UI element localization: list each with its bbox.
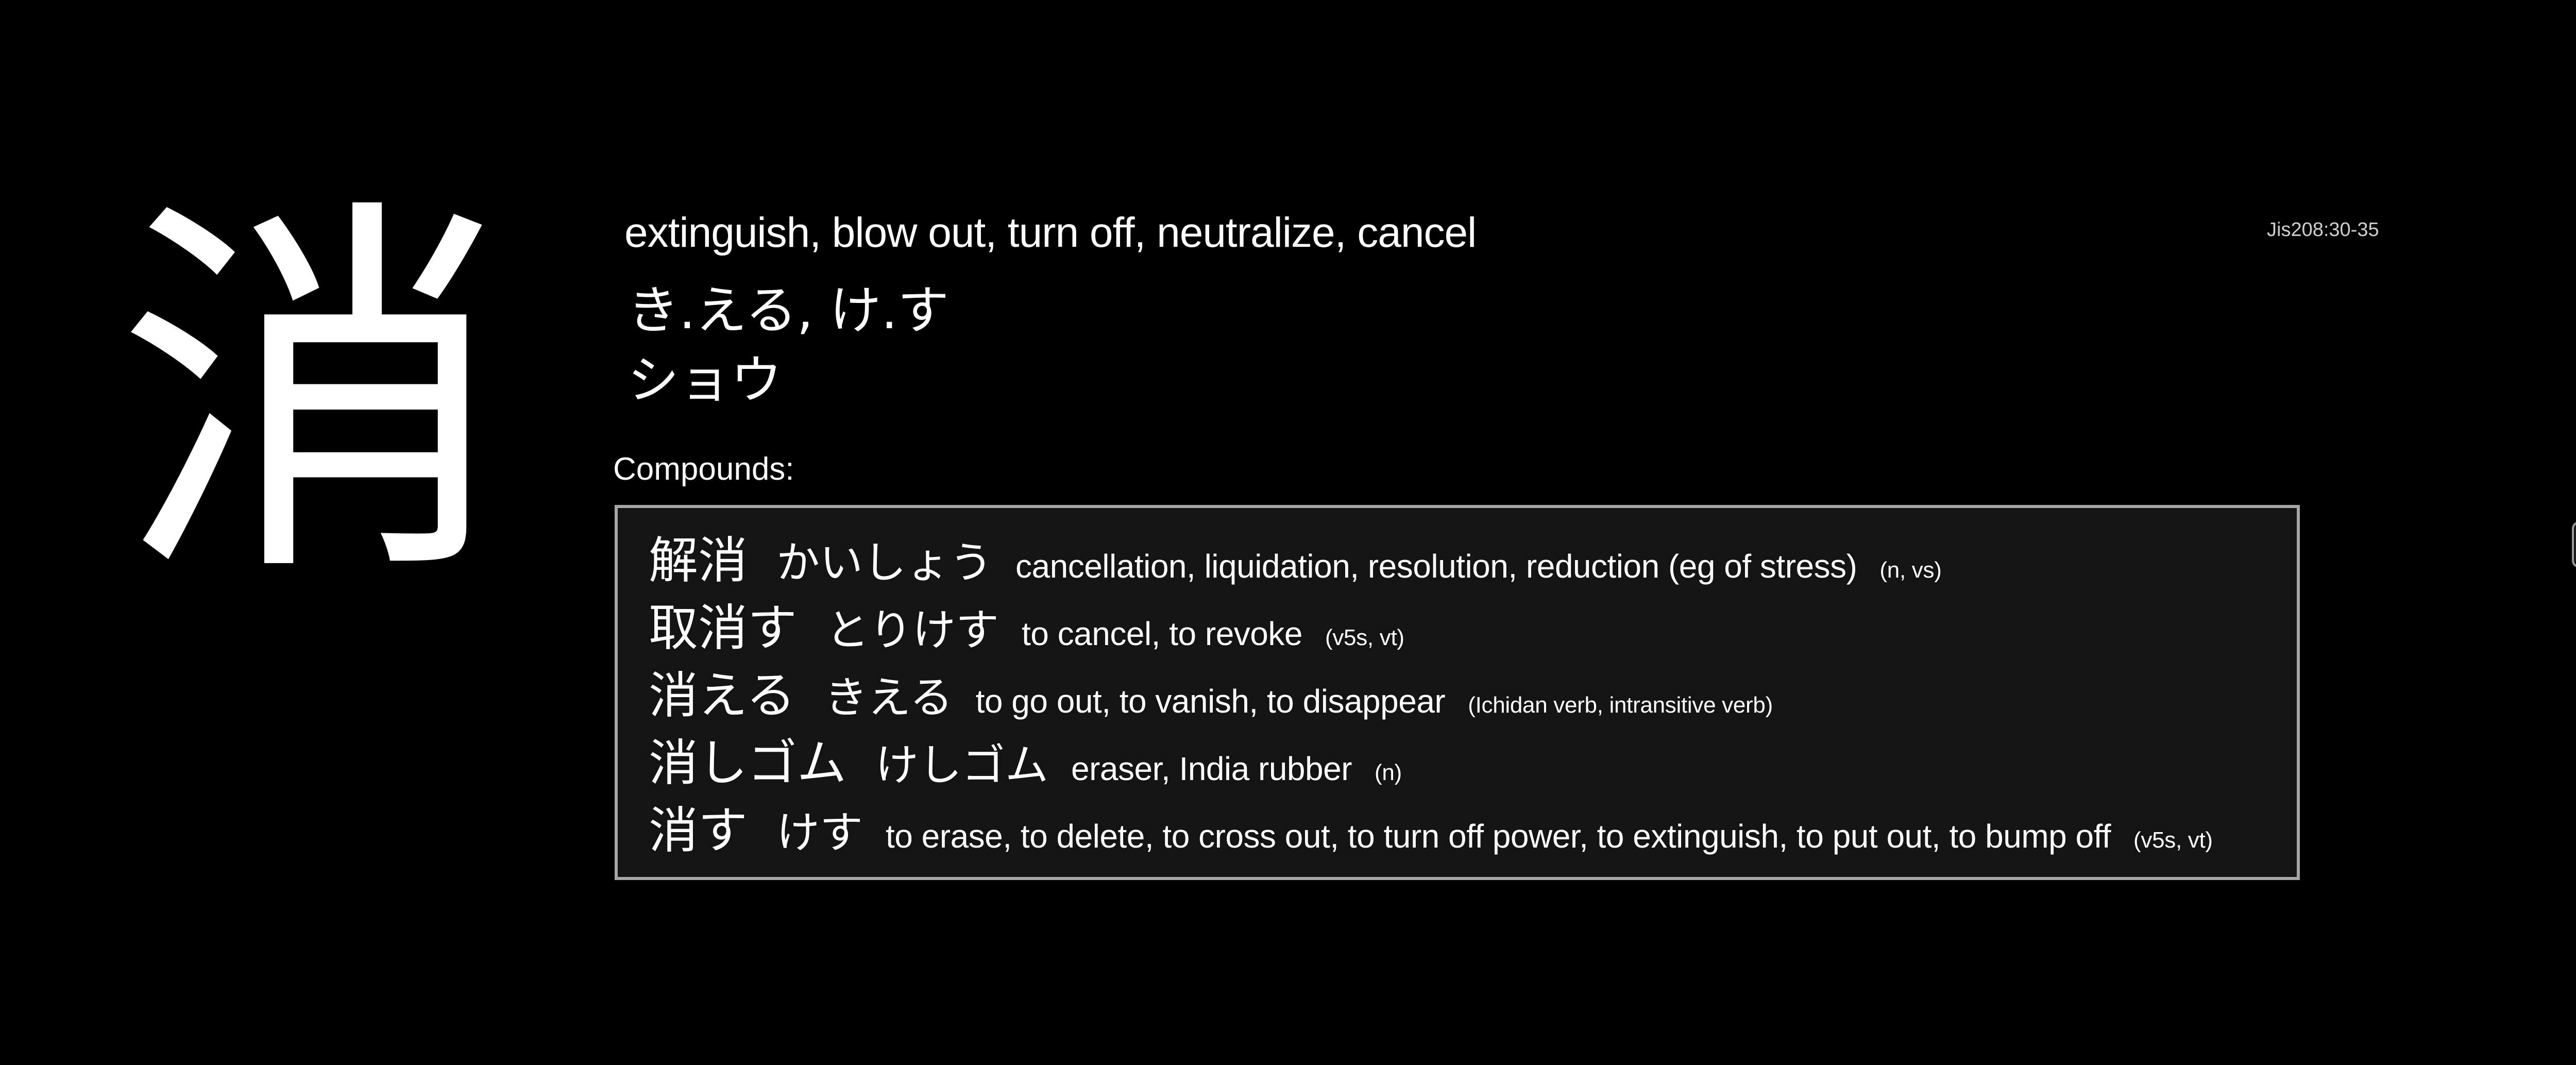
compound-reading: けしゴム xyxy=(875,740,1049,790)
compound-row: 解消 かいしょう cancellation, liquidation, reso… xyxy=(649,520,2297,589)
compound-row: 消す けす to erase, to delete, to cross out,… xyxy=(649,790,2297,859)
compound-pos: (n) xyxy=(1375,760,1402,785)
compound-word: 消える xyxy=(649,667,796,724)
compound-word: 消しゴム xyxy=(649,734,846,792)
jis-code: Jis208:30-35 xyxy=(2267,219,2379,241)
compound-gloss: cancellation, liquidation, resolution, r… xyxy=(1015,548,1857,585)
compound-reading: とりけす xyxy=(826,605,999,655)
compound-word: 消す xyxy=(649,802,748,859)
compound-word: 解消 xyxy=(649,532,748,589)
scroll-handle[interactable] xyxy=(2572,521,2576,568)
compound-pos: (v5s, vt) xyxy=(2133,827,2213,853)
compound-pos: (n, vs) xyxy=(1879,557,1942,583)
kanji-character: 消 xyxy=(116,169,507,624)
compound-gloss: to go out, to vanish, to disappear xyxy=(975,683,1446,720)
compound-gloss: to cancel, to revoke xyxy=(1022,615,1302,652)
compound-gloss: eraser, India rubber xyxy=(1071,750,1352,787)
compound-row: 消える きえる to go out, to vanish, to disappe… xyxy=(649,655,2297,724)
compounds-list: 解消 かいしょう cancellation, liquidation, reso… xyxy=(615,505,2300,880)
compound-pos: (v5s, vt) xyxy=(1325,625,1404,650)
compound-gloss: to erase, to delete, to cross out, to tu… xyxy=(886,818,2111,855)
on-readings: ショウ xyxy=(628,350,782,410)
compound-pos: (Ichidan verb, intransitive verb) xyxy=(1468,692,1773,718)
compound-reading: きえる xyxy=(824,672,953,723)
kun-readings: き.える, け.す xyxy=(628,280,950,341)
compound-word: 取消す xyxy=(649,599,797,657)
kanji-meanings: extinguish, blow out, turn off, neutrali… xyxy=(624,209,1477,256)
compound-row: 取消す とりけす to cancel, to revoke (v5s, vt) xyxy=(649,588,2297,657)
compound-row: 消しゴム けしゴム eraser, India rubber (n) xyxy=(649,723,2297,792)
compounds-label: Compounds: xyxy=(613,451,794,487)
compound-reading: けす xyxy=(776,807,863,858)
compound-reading: かいしょう xyxy=(776,537,993,588)
